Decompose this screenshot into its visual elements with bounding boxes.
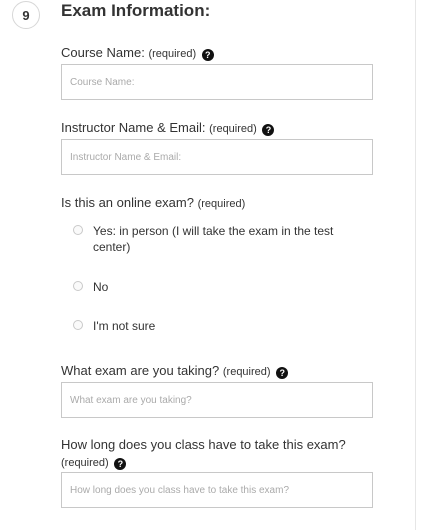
radio-label: I'm not sure [93,319,156,333]
question-circle-icon[interactable]: ? [114,458,127,470]
course-name-input[interactable] [61,64,373,100]
section-title: Exam Information: [61,1,211,20]
required-indicator: (required) [61,457,109,469]
required-indicator: (required) [197,198,246,210]
radio-button-circle[interactable] [73,281,83,291]
radio-label: Yes: in person (I will take the exam in … [93,223,333,255]
radio-label: No [93,280,109,294]
radio-option-not-sure[interactable]: I'm not sure [73,318,155,334]
exam-taking-input[interactable] [61,382,373,418]
radio-option-yes-in-person[interactable]: Yes: in person (I will take the exam in … [73,223,333,255]
exam-taking-label-text: What exam are you taking? [61,363,220,378]
radio-option-no[interactable]: No [73,279,108,295]
required-indicator: (required) [209,123,257,135]
course-name-label: Course Name: (required) ? [61,45,214,61]
online-exam-label-text: Is this an online exam? [61,195,194,210]
time-allowed-label: How long does you class have to take thi… [61,437,346,452]
radio-label-line2: center) [93,240,131,254]
radio-button-circle[interactable] [73,320,83,330]
instructor-input[interactable] [61,139,373,175]
divider [415,0,416,530]
question-circle-icon[interactable]: ? [201,49,214,61]
time-allowed-label-text: How long does you class have to take thi… [61,437,346,452]
online-exam-label: Is this an online exam? (required) [61,195,245,210]
question-circle-icon[interactable]: ? [276,367,289,379]
step-number-badge: 9 [12,1,40,29]
required-indicator: (required) [148,48,197,60]
question-circle-icon[interactable]: ? [262,124,275,136]
time-allowed-input[interactable] [61,472,373,508]
radio-label-line1: Yes: in person (I will take the exam in … [93,224,334,238]
required-indicator: (required) [222,366,271,378]
exam-taking-label: What exam are you taking? (required) ? [61,363,289,379]
time-allowed-required-row: (required) ? [61,454,127,470]
course-name-label-text: Course Name: [61,45,145,60]
radio-button-circle[interactable] [73,225,83,235]
instructor-label-text: Instructor Name & Email: [61,120,206,135]
instructor-label: Instructor Name & Email: (required) ? [61,120,275,136]
